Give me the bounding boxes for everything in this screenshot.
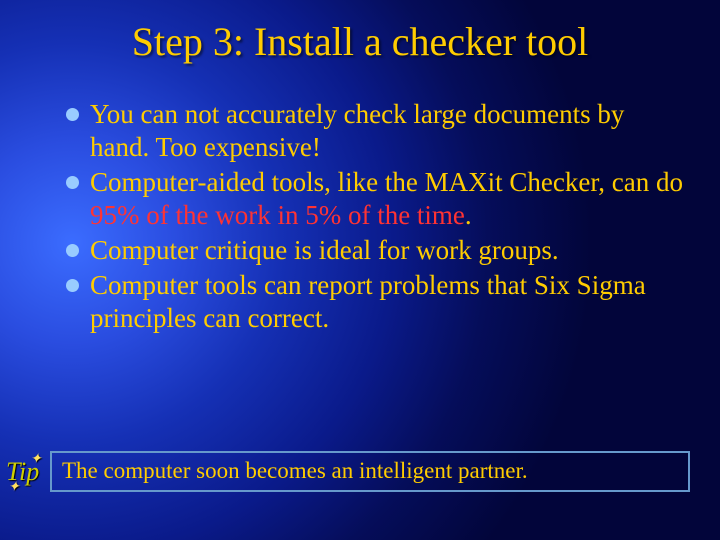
bullet-text-emph: 95% of the work in 5% of the time xyxy=(90,200,465,230)
bullet-text: You can not accurately check large docum… xyxy=(90,99,624,162)
sparkle-icon: ✦ xyxy=(8,479,20,496)
bullet-text: Computer critique is ideal for work grou… xyxy=(90,235,559,265)
bullet-item: You can not accurately check large docum… xyxy=(62,98,690,164)
bullet-text: Computer tools can report problems that … xyxy=(90,270,646,333)
bullet-item: Computer-aided tools, like the MAXit Che… xyxy=(62,166,690,232)
sparkle-icon: ✦ xyxy=(30,451,42,468)
tip-box: The computer soon becomes an intelligent… xyxy=(50,451,690,492)
slide-title: Step 3: Install a checker tool xyxy=(0,18,720,65)
bullet-list: You can not accurately check large docum… xyxy=(62,98,690,335)
bullet-text-pre: Computer-aided tools, like the MAXit Che… xyxy=(90,167,683,197)
tip-row: Tip ✦ ✦ The computer soon becomes an int… xyxy=(6,451,690,492)
slide-body: You can not accurately check large docum… xyxy=(62,98,690,337)
slide: Step 3: Install a checker tool You can n… xyxy=(0,0,720,540)
bullet-item: Computer critique is ideal for work grou… xyxy=(62,234,690,267)
bullet-text-post: . xyxy=(465,200,472,230)
tip-icon: Tip ✦ ✦ xyxy=(6,457,50,487)
tip-text: The computer soon becomes an intelligent… xyxy=(62,458,528,483)
bullet-item: Computer tools can report problems that … xyxy=(62,269,690,335)
